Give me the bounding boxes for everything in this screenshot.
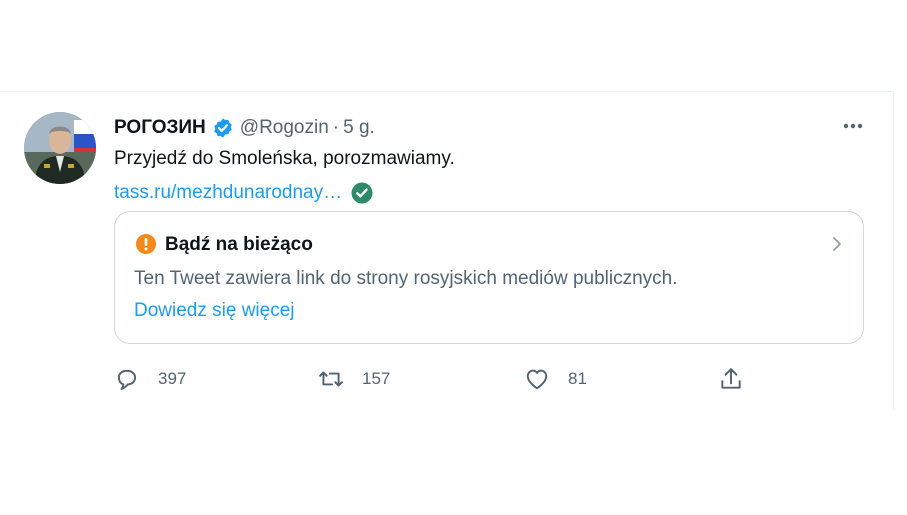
heart-icon (526, 369, 548, 390)
display-name[interactable]: РОГОЗИН (114, 117, 206, 139)
tweet-link-row: tass.ru/mezhdunarodnay… (114, 180, 374, 206)
tweet-link[interactable]: tass.ru/mezhdunarodnay… (114, 182, 342, 204)
like-button[interactable]: 81 (524, 364, 587, 394)
separator-dot: · (332, 117, 340, 138)
notice-title: Bądź na bieżąco (165, 234, 313, 255)
action-bar: 397 157 81 (0, 364, 893, 394)
handle[interactable]: @Rogozin (240, 117, 329, 139)
retweet-count: 157 (362, 369, 391, 388)
learn-more-link[interactable]: Dowiedz się więcej (134, 300, 295, 322)
timestamp[interactable]: 5 g. (343, 117, 375, 139)
tweet-header: РОГОЗИН @Rogozin · 5 g. (114, 114, 375, 142)
more-icon[interactable] (839, 116, 867, 136)
reply-button[interactable]: 397 (114, 364, 186, 394)
tweet[interactable]: РОГОЗИН @Rogozin · 5 g. Przyjedź do Smol… (0, 91, 894, 410)
share-button[interactable] (718, 364, 744, 394)
chevron-right-icon[interactable] (830, 234, 844, 254)
avatar-image (24, 112, 96, 184)
retweet-button[interactable]: 157 (318, 364, 390, 394)
notice-description: Ten Tweet zawiera link do strony rosyjsk… (134, 268, 678, 289)
avatar[interactable] (24, 112, 96, 184)
check-circle-icon (351, 182, 373, 204)
reply-count: 397 (158, 369, 187, 388)
verified-badge-icon (214, 118, 232, 138)
warning-icon (136, 234, 156, 254)
reply-icon (117, 369, 137, 390)
tweet-text: Przyjedź do Smoleńska, porozmawiamy. (114, 148, 455, 169)
like-count: 81 (568, 369, 587, 388)
share-icon (721, 368, 741, 389)
retweet-icon (319, 371, 343, 387)
notice-card[interactable]: Bądź na bieżąco Ten Tweet zawiera link d… (114, 211, 864, 344)
